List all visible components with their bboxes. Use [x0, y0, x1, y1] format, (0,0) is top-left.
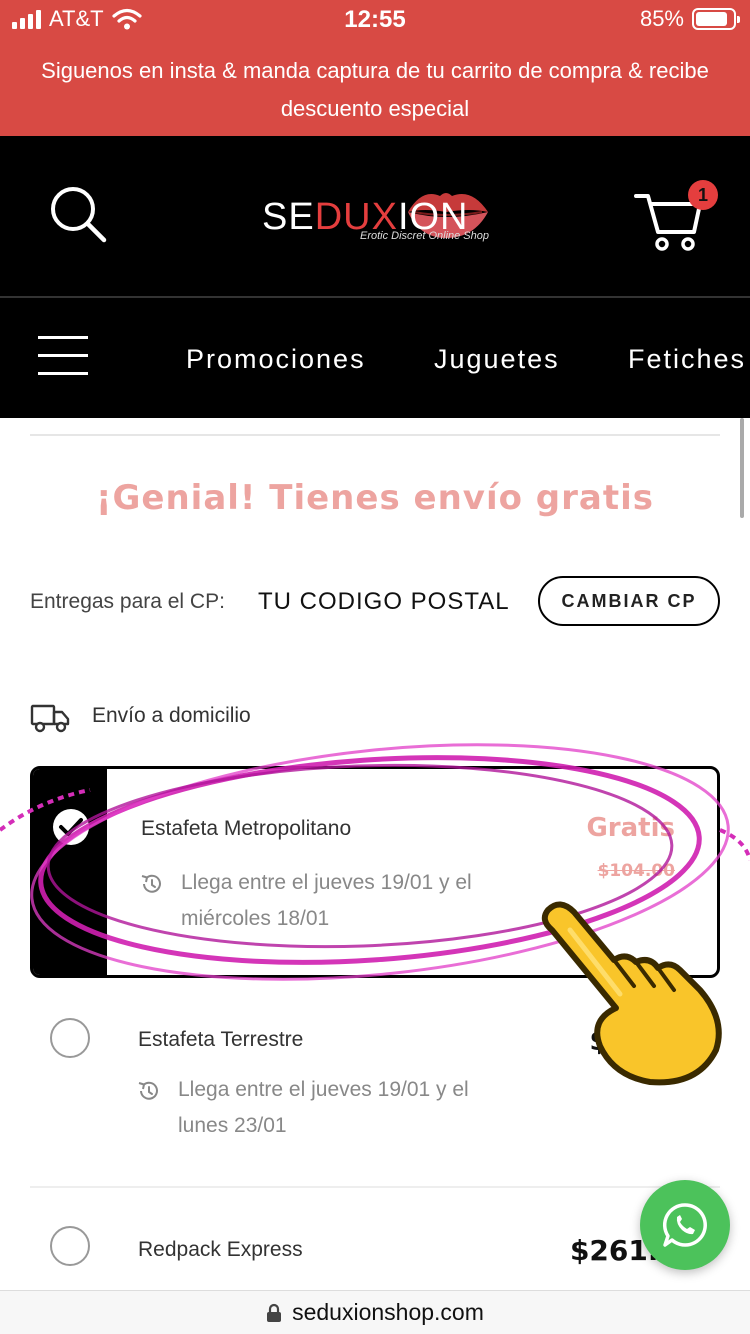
free-shipping-headline: ¡Genial! Tienes envío gratis — [96, 478, 654, 518]
search-icon[interactable] — [48, 184, 108, 244]
browser-url-bar[interactable]: seduxionshop.com — [0, 1290, 750, 1334]
nav-item-promociones[interactable]: Promociones — [186, 344, 366, 375]
hamburger-menu-icon[interactable] — [38, 336, 88, 376]
clock-history-icon — [138, 1081, 158, 1100]
whatsapp-icon — [662, 1203, 707, 1247]
option-name: Estafeta Metropolitano — [141, 817, 352, 840]
change-postal-code-button[interactable]: CAMBIAR CP — [538, 576, 720, 626]
site-header: SEDUXION Erotic Discret Online Shop 1 — [0, 136, 750, 296]
nav-item-juguetes[interactable]: Juguetes — [434, 344, 560, 375]
battery-level — [696, 12, 727, 26]
logo-tagline: Erotic Discret Online Shop — [360, 230, 489, 242]
cart-button[interactable]: 1 — [634, 180, 718, 256]
logo-part-se: SE — [262, 196, 315, 238]
option-eta: Llega entre el jueves 19/01 y el miércol… — [181, 871, 472, 930]
postal-code-value: TU CODIGO POSTAL — [258, 588, 510, 615]
status-bar: AT&T 12:55 85% — [0, 0, 750, 40]
lock-icon — [267, 1303, 282, 1322]
battery-percent: 85% — [639, 6, 684, 31]
main-nav: Promociones Juguetes Fetiches — [0, 296, 750, 418]
shipping-option-redpack-express[interactable]: Redpack Express $261.6 — [30, 1190, 720, 1290]
radio-button[interactable] — [50, 1226, 90, 1266]
truck-icon — [30, 704, 70, 733]
option-price: $169. — [589, 1024, 678, 1057]
check-icon — [53, 809, 89, 845]
status-time: 12:55 — [344, 6, 406, 33]
nav-item-fetiches[interactable]: Fetiches — [628, 344, 746, 375]
option-price-free: Gratis — [586, 813, 675, 843]
content-divider — [30, 434, 720, 436]
option-separator — [30, 1186, 720, 1188]
shipping-option-estafeta-terrestre[interactable]: Estafeta Terrestre Llega entre el jueves… — [30, 980, 720, 1186]
option-eta: Llega entre el jueves 19/01 y el lunes 2… — [178, 1078, 469, 1137]
postal-code-label: Entregas para el CP: — [30, 590, 225, 613]
whatsapp-button[interactable] — [640, 1180, 730, 1270]
option-name: Redpack Express — [138, 1238, 303, 1261]
option-old-price: $104.00 — [597, 861, 675, 881]
site-logo[interactable]: SEDUXION Erotic Discret Online Shop — [262, 182, 492, 252]
clock-history-icon — [141, 874, 161, 893]
shipping-option-estafeta-metropolitano[interactable]: Estafeta Metropolitano Llega entre el ju… — [30, 766, 720, 978]
battery-icon — [692, 8, 740, 30]
status-right: 85% — [639, 6, 740, 32]
option-name: Estafeta Terrestre — [138, 1028, 304, 1051]
cart-count-badge: 1 — [688, 180, 718, 210]
shipping-method-header: Envío a domicilio — [92, 704, 251, 727]
url-text: seduxionshop.com — [292, 1299, 484, 1325]
selection-bar — [33, 769, 107, 975]
radio-button[interactable] — [50, 1018, 90, 1058]
promo-banner[interactable]: Siguenos en insta & manda captura de tu … — [0, 40, 750, 136]
